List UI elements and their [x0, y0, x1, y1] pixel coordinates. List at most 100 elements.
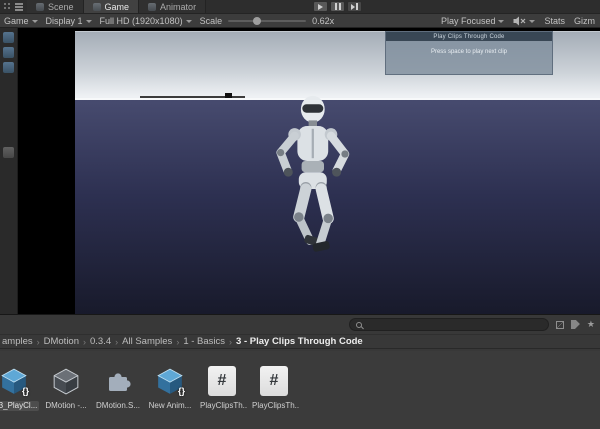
asset-item[interactable]: # PlayClipsTh... [248, 364, 300, 411]
asset-label: DMotion -... [42, 401, 89, 411]
search-input[interactable] [366, 319, 542, 331]
game-render-surface[interactable]: Play Clips Through Code Press space to p… [75, 31, 600, 314]
game-tab-icon [93, 3, 101, 11]
chevron-down-icon [498, 20, 504, 26]
search-by-label-icon[interactable] [571, 320, 580, 329]
project-toolbar-icons: ★ [556, 320, 595, 329]
collapsed-panel-icon-2[interactable] [3, 47, 14, 58]
breadcrumb-separator-icon: › [229, 337, 232, 347]
window-controls [0, 0, 27, 13]
asset-label: PlayClipsTh... [249, 401, 299, 411]
asset-item[interactable]: DMotion.S... [92, 364, 144, 411]
game-toolbar-right: Play Focused Stats Gizm [441, 16, 596, 26]
chevron-down-icon [86, 20, 92, 26]
play-button[interactable] [313, 1, 328, 12]
breadcrumb-separator-icon: › [115, 337, 118, 347]
collapsed-panel-icon-4[interactable] [3, 147, 14, 158]
breadcrumb-separator-icon: › [176, 337, 179, 347]
prefab-script-icon: {} [153, 364, 187, 398]
asset-label: 1.3_PlayCl... [0, 401, 39, 411]
view-mode-dropdown[interactable]: Game [4, 16, 38, 26]
script-braces-badge: {} [22, 387, 29, 396]
prefab-script-icon: {} [0, 364, 31, 398]
chevron-down-icon [529, 20, 535, 26]
play-focused-dropdown[interactable]: Play Focused [441, 16, 505, 26]
csharp-script-icon: # [257, 364, 291, 398]
audio-mute-icon [513, 16, 526, 26]
search-icon [356, 322, 362, 328]
favorites-star-icon[interactable]: ★ [587, 320, 595, 329]
tab-scene-label: Scene [48, 2, 74, 12]
tab-game[interactable]: Game [84, 0, 140, 13]
tab-scene[interactable]: Scene [27, 0, 84, 13]
asset-item[interactable]: {} New Anim... [144, 364, 196, 411]
breadcrumb-item[interactable]: All Samples [122, 336, 172, 347]
tab-bar: Scene Game Animator [0, 0, 600, 14]
step-button[interactable] [347, 1, 362, 12]
asset-grid: {} 1.3_PlayCl... DMotion -... [0, 351, 600, 429]
step-icon [351, 3, 358, 10]
mute-audio-button[interactable] [513, 16, 535, 26]
gizmos-button[interactable]: Gizm [574, 16, 595, 26]
unity-cube-icon [49, 364, 83, 398]
scale-slider-knob[interactable] [253, 17, 261, 25]
breadcrumb-item-current[interactable]: 3 - Play Clips Through Code [236, 336, 363, 347]
ingame-ui-panel: Play Clips Through Code Press space to p… [385, 31, 553, 75]
menu-icon[interactable] [15, 3, 23, 4]
breadcrumb-item[interactable]: 1 - Basics [183, 336, 225, 347]
stats-button[interactable]: Stats [544, 16, 565, 26]
csharp-script-icon: # [205, 364, 239, 398]
pause-icon [335, 3, 341, 10]
ingame-ui-header: Play Clips Through Code [386, 32, 552, 41]
unity-editor-window: Scene Game Animator Game Display 1 [0, 0, 600, 429]
play-icon [318, 4, 323, 10]
hash-glyph: # [270, 372, 279, 390]
breadcrumb-item[interactable]: amples [2, 336, 33, 347]
project-toolbar: ★ [0, 315, 600, 334]
gizmos-label: Gizm [574, 16, 595, 26]
scale-slider[interactable] [228, 20, 306, 22]
resolution-dropdown[interactable]: Full HD (1920x1080) [100, 16, 192, 26]
breadcrumb: amples › DMotion › 0.3.4 › All Samples ›… [0, 334, 600, 349]
assembly-puzzle-icon [101, 364, 135, 398]
hash-glyph: # [218, 372, 227, 390]
play-focused-label: Play Focused [441, 16, 496, 26]
scene-tab-icon [36, 3, 44, 11]
tab-game-label: Game [105, 2, 130, 12]
asset-label: DMotion.S... [93, 401, 143, 411]
left-collapsed-strip [0, 28, 18, 314]
display-dropdown[interactable]: Display 1 [46, 16, 92, 26]
project-panel: ★ amples › DMotion › 0.3.4 › All Samples… [0, 314, 600, 429]
chevron-down-icon [186, 20, 192, 26]
search-by-type-icon[interactable] [556, 321, 564, 329]
asset-label: PlayClipsTh... [197, 401, 247, 411]
distant-object [225, 93, 232, 98]
collapsed-panel-icon-3[interactable] [3, 62, 14, 73]
project-search-field[interactable] [349, 318, 549, 331]
breadcrumb-separator-icon: › [83, 337, 86, 347]
scale-value: 0.62x [312, 16, 334, 26]
asset-item[interactable]: DMotion -... [40, 364, 92, 411]
asset-item[interactable]: # PlayClipsTh... [196, 364, 248, 411]
game-view-toolbar: Game Display 1 Full HD (1920x1080) Scale… [0, 14, 600, 28]
stats-label: Stats [544, 16, 565, 26]
resolution-label: Full HD (1920x1080) [100, 16, 183, 26]
chevron-down-icon [32, 20, 38, 26]
view-mode-label: Game [4, 16, 29, 26]
robot-character [240, 91, 380, 314]
display-label: Display 1 [46, 16, 83, 26]
tab-animator[interactable]: Animator [139, 0, 206, 13]
ingame-ui-message: Press space to play next clip [386, 41, 552, 55]
tab-animator-label: Animator [160, 2, 196, 12]
playmode-controls [313, 1, 362, 12]
animator-tab-icon [148, 3, 156, 11]
pause-button[interactable] [330, 1, 345, 12]
scale-label: Scale [200, 16, 223, 26]
scale-control: Scale 0.62x [200, 16, 335, 26]
breadcrumb-item[interactable]: 0.3.4 [90, 336, 111, 347]
breadcrumb-item[interactable]: DMotion [44, 336, 79, 347]
breadcrumb-separator-icon: › [37, 337, 40, 347]
asset-item[interactable]: {} 1.3_PlayCl... [0, 364, 40, 411]
collapsed-panel-icon-1[interactable] [3, 32, 14, 43]
grid-handle-icon [4, 3, 11, 10]
